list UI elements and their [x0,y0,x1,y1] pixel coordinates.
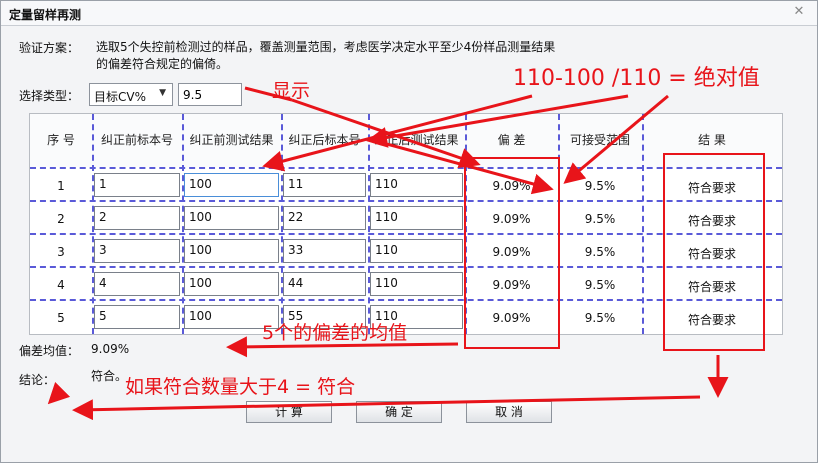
post-result-input[interactable]: 110 [370,239,463,263]
header-post-sample: 纠正后标本号 [281,114,368,167]
post-sample-input[interactable]: 22 [283,206,366,230]
post-result-input[interactable]: 110 [370,272,463,296]
row-index: 3 [57,245,65,259]
calculate-button[interactable]: 计 算 [246,401,332,423]
post-result-input[interactable]: 110 [370,206,463,230]
conclusion-value: 符合。 [91,369,128,383]
header-range: 可接受范围 [558,114,642,167]
header-pre-sample: 纠正前标本号 [92,114,182,167]
type-value-input[interactable] [178,83,242,106]
pre-sample-input[interactable]: 5 [94,305,180,329]
bias-average-value: 9.09% [91,342,130,356]
title-bar: 定量留样再测 ✕ [1,1,817,26]
row-index: 2 [57,212,65,226]
annotation-display: 显示 [272,80,311,102]
row-index: 1 [57,179,65,193]
pre-result-input[interactable]: 100 [184,173,279,197]
conclusion-label: 结论： [19,373,56,387]
cancel-button[interactable]: 取 消 [466,401,552,423]
chevron-down-icon: ▼ [159,88,166,98]
row-index: 4 [57,278,65,292]
range-cell: 9.5% [584,311,616,325]
window-title: 定量留样再测 [9,8,82,22]
row-index: 5 [57,311,65,325]
scheme-label: 验证方案： [19,41,80,55]
annotation-formula: 110-100 /110 = 绝对值 [513,66,760,91]
pre-sample-input[interactable]: 3 [94,239,180,263]
pre-result-input[interactable]: 100 [184,206,279,230]
header-index: 序 号 [30,114,92,167]
post-sample-input[interactable]: 33 [283,239,366,263]
annotation-box-bias [464,157,560,349]
annotation-mean-bias: 5个的偏差的均值 [262,322,408,344]
post-sample-input[interactable]: 11 [283,173,366,197]
annotation-box-result [663,153,765,351]
range-cell: 9.5% [584,245,616,259]
range-cell: 9.5% [584,179,616,193]
pre-sample-input[interactable]: 2 [94,206,180,230]
bias-average-label: 偏差均值： [19,344,80,358]
ok-button[interactable]: 确 定 [356,401,442,423]
header-pre-result: 纠正前测试结果 [182,114,281,167]
header-post-result: 纠正后测试结果 [368,114,465,167]
pre-sample-input[interactable]: 1 [94,173,180,197]
range-cell: 9.5% [584,278,616,292]
type-label: 选择类型： [19,89,80,103]
pre-result-input[interactable]: 100 [184,239,279,263]
range-cell: 9.5% [584,212,616,226]
scheme-text: 选取5个失控前检测过的样品，覆盖测量范围，考虑医学决定水平至少4份样品测量结果的… [96,40,556,71]
post-sample-input[interactable]: 44 [283,272,366,296]
close-icon[interactable]: ✕ [791,4,807,20]
type-select[interactable]: 目标CV% ▼ [89,83,173,106]
type-select-value: 目标CV% [94,90,146,104]
pre-result-input[interactable]: 100 [184,272,279,296]
post-result-input[interactable]: 110 [370,173,463,197]
annotation-rule: 如果符合数量大于4 = 符合 [125,376,356,398]
pre-sample-input[interactable]: 4 [94,272,180,296]
